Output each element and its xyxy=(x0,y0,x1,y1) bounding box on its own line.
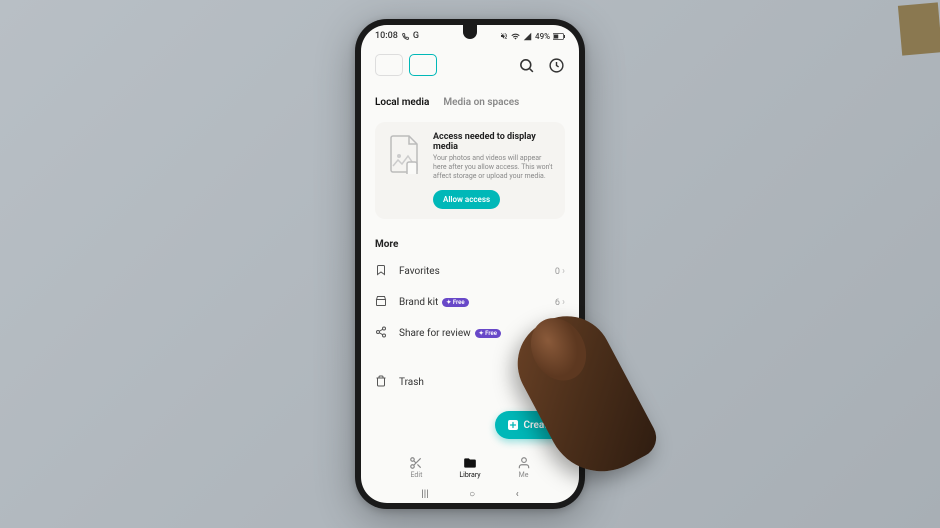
nav-me-label: Me xyxy=(519,471,529,479)
nav-library-label: Library xyxy=(459,471,480,479)
plus-icon xyxy=(507,419,519,431)
share-review-label: Share for review xyxy=(399,328,471,339)
back-button[interactable]: ‹ xyxy=(516,489,519,500)
chevron-right-icon: › xyxy=(562,266,565,277)
wifi-icon xyxy=(511,32,520,41)
favorites-item[interactable]: Favorites 0 › xyxy=(361,256,579,287)
more-heading: More xyxy=(361,225,579,256)
share-icon xyxy=(375,326,391,341)
brand-kit-label: Brand kit xyxy=(399,297,438,308)
access-body: Your photos and videos will appear here … xyxy=(433,154,555,181)
trash-icon xyxy=(375,375,391,390)
favorites-count: 0 xyxy=(555,267,560,277)
bookmark-icon xyxy=(375,264,391,279)
account-icon[interactable] xyxy=(547,56,565,74)
folder-icon xyxy=(462,456,478,470)
nav-edit-label: Edit xyxy=(411,471,423,479)
system-nav: ||| ○ ‹ xyxy=(361,487,579,501)
signal-icon xyxy=(523,32,532,41)
person-icon xyxy=(516,456,532,470)
phone-icon xyxy=(402,33,409,40)
view-tab-2[interactable] xyxy=(409,54,437,76)
free-badge: ✦ Free xyxy=(475,329,501,338)
brand-kit-count: 6 xyxy=(555,298,560,308)
access-card: Access needed to display media Your phot… xyxy=(375,122,565,219)
view-tab-1[interactable] xyxy=(375,54,403,76)
tab-local-media[interactable]: Local media xyxy=(375,97,429,108)
bottom-nav: Edit Library Me xyxy=(361,450,579,485)
free-badge: ✦ Free xyxy=(442,298,468,307)
status-carrier: G xyxy=(413,31,419,41)
tab-media-spaces[interactable]: Media on spaces xyxy=(443,97,519,108)
status-battery: 49% xyxy=(535,32,550,41)
nav-edit[interactable]: Edit xyxy=(408,456,424,479)
media-tabs: Local media Media on spaces xyxy=(361,83,579,116)
media-placeholder-icon xyxy=(385,132,423,176)
home-button[interactable]: ○ xyxy=(469,489,475,500)
chevron-right-icon: › xyxy=(562,297,565,308)
status-time: 10:08 xyxy=(375,31,398,41)
search-icon[interactable] xyxy=(517,56,535,74)
trash-label: Trash xyxy=(399,377,424,388)
favorites-label: Favorites xyxy=(399,266,440,277)
nav-library[interactable]: Library xyxy=(459,456,480,479)
mute-icon xyxy=(500,32,508,40)
camera-notch xyxy=(463,25,477,39)
nav-me[interactable]: Me xyxy=(516,456,532,479)
brand-kit-item[interactable]: Brand kit ✦ Free 6 › xyxy=(361,287,579,318)
access-title: Access needed to display media xyxy=(433,132,555,152)
background-object xyxy=(898,2,940,55)
battery-icon xyxy=(553,33,565,40)
scissors-icon xyxy=(408,456,424,470)
brandkit-icon xyxy=(375,295,391,310)
recents-button[interactable]: ||| xyxy=(421,489,428,500)
top-bar xyxy=(361,47,579,83)
allow-access-button[interactable]: Allow access xyxy=(433,190,500,209)
screen: 10:08 G 49% xyxy=(361,25,579,503)
